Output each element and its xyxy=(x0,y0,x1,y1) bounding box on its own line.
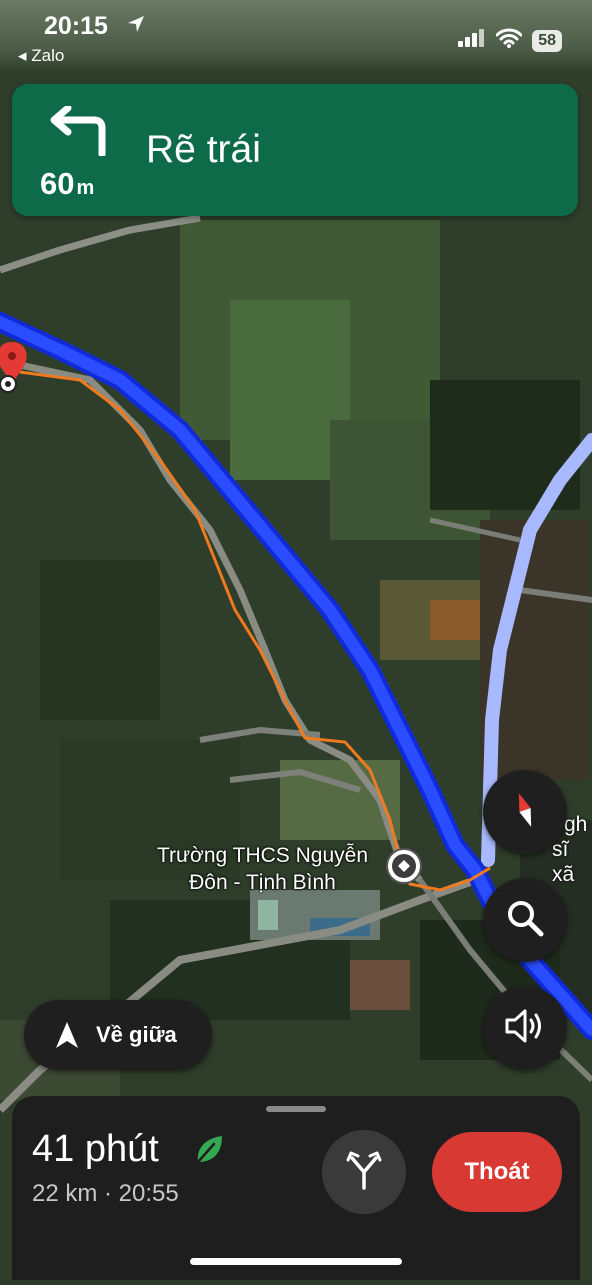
turn-left-arrow-icon xyxy=(46,104,112,161)
exit-navigation-button[interactable]: Thoát xyxy=(432,1132,562,1212)
status-indicators: 58 xyxy=(458,28,562,53)
sound-icon xyxy=(505,1009,545,1048)
recenter-label: Về giữa xyxy=(96,1022,177,1047)
battery-icon: 58 xyxy=(532,29,562,52)
sound-button[interactable] xyxy=(483,986,567,1070)
signal-icon xyxy=(458,29,486,52)
turn-distance-value: 60 xyxy=(40,166,75,201)
search-button[interactable] xyxy=(483,878,567,962)
turn-instruction-banner[interactable]: 60 m Rẽ trái xyxy=(12,84,578,216)
status-bar: 20:15 ◂ Zalo 58 xyxy=(0,0,592,72)
recenter-button[interactable]: Về giữa xyxy=(24,1000,212,1070)
edge-label-line2: sĩ xã xyxy=(552,838,575,886)
eco-leaf-icon xyxy=(194,1134,224,1171)
edge-label-line1: gh xyxy=(564,813,588,836)
home-indicator[interactable] xyxy=(190,1258,402,1265)
place-label-line1: Trường THCS Nguyễn xyxy=(156,844,369,867)
place-label-line2: Đôn - Tịnh Bình xyxy=(189,871,336,894)
trip-duration: 41 phút xyxy=(32,1128,159,1170)
compass-button[interactable] xyxy=(483,770,567,854)
status-time: 20:15 xyxy=(44,12,108,40)
turn-distance-unit: m xyxy=(76,177,95,199)
sheet-drag-handle[interactable] xyxy=(266,1106,326,1112)
alternate-routes-icon xyxy=(346,1150,382,1195)
location-arrow-icon xyxy=(126,14,146,39)
trip-summary-sheet[interactable]: 41 phút 22 km · 20:55 Thoát xyxy=(12,1096,580,1280)
back-to-app-link[interactable]: ◂ Zalo xyxy=(18,46,64,66)
navigation-arrow-icon xyxy=(56,1022,78,1048)
wifi-icon xyxy=(495,28,523,53)
compass-icon xyxy=(508,790,542,835)
turn-instruction-text: Rẽ trái xyxy=(146,128,261,171)
place-label[interactable]: Trường THCS Nguyễn Đôn - Tịnh Bình xyxy=(140,842,385,896)
trip-distance-arrival: 22 km · 20:55 xyxy=(32,1180,179,1207)
alternate-routes-button[interactable] xyxy=(322,1130,406,1214)
search-icon xyxy=(506,899,544,942)
turn-distance: 60 m xyxy=(40,166,94,202)
school-icon xyxy=(386,848,422,884)
